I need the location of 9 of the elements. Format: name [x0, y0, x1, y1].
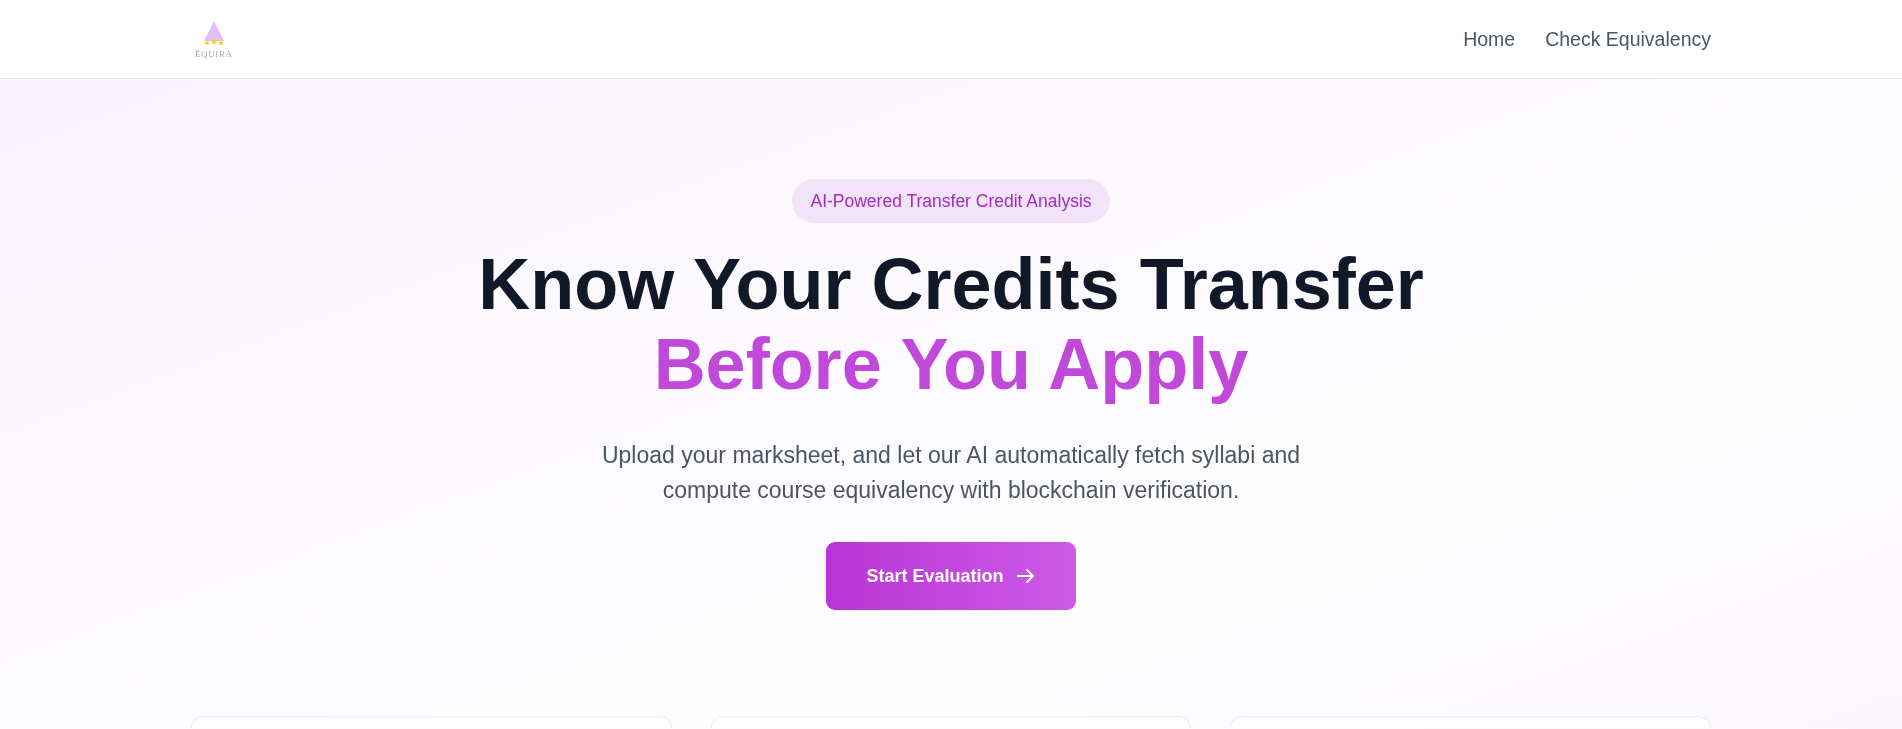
headline: Know Your Credits Transfer: [478, 244, 1424, 324]
triangle-stars-icon: [201, 21, 226, 47]
feature-badge: AI-Powered Transfer Credit Analysis: [792, 179, 1110, 223]
nav-link[interactable]: Home: [1463, 27, 1516, 51]
hero-subtitle: Upload your marksheet, and let our AI automatically fetch syllabi and compute course equivalency with blockchain verification.: [600, 441, 1301, 505]
nav-link[interactable]: Check Equivalency: [1545, 27, 1711, 51]
arrow-right-icon: [1015, 566, 1036, 586]
headline-highlight: Before You Apply: [653, 324, 1249, 404]
start-evaluation-button[interactable]: Start Evaluation: [826, 542, 1076, 610]
